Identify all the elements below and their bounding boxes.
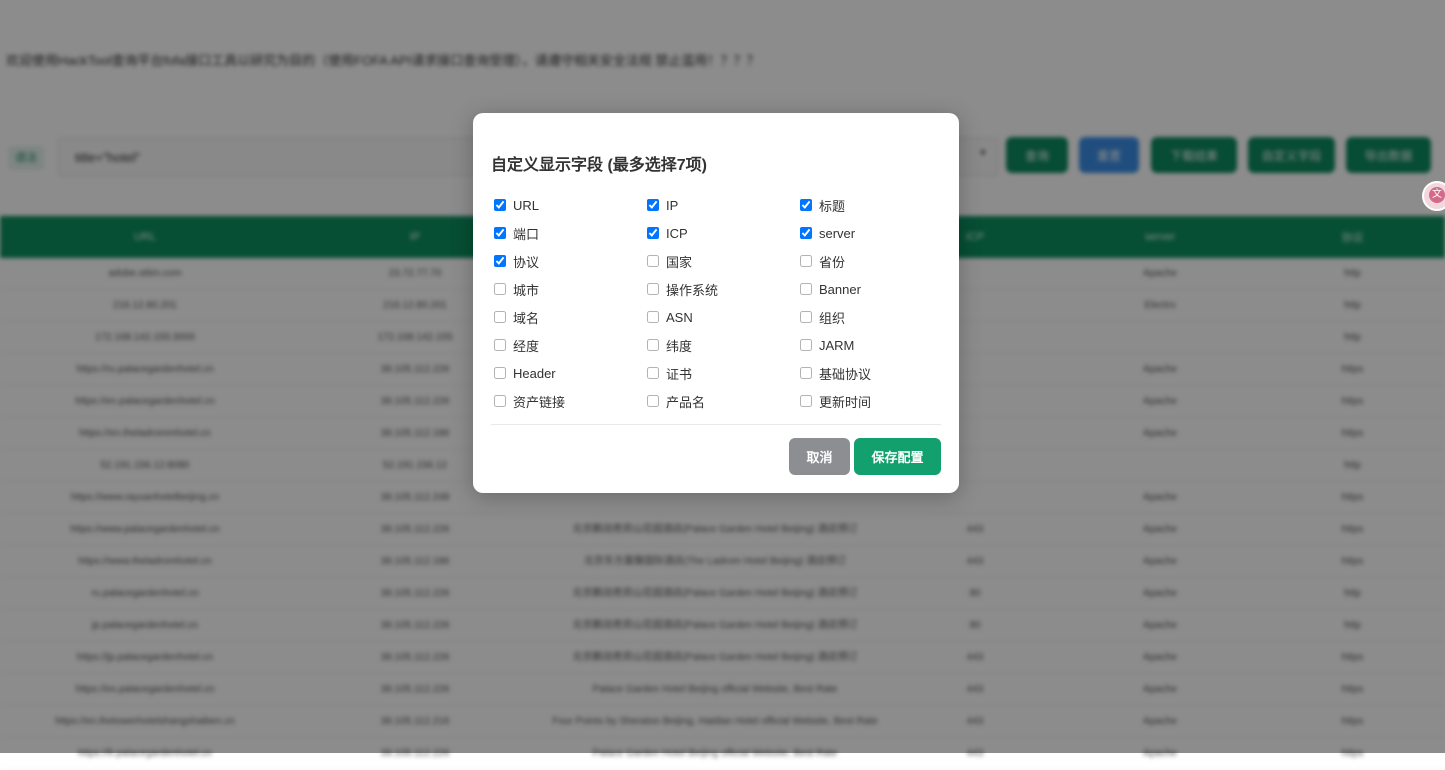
field-label: 更新时间 [819, 394, 872, 410]
field-label: 域名 [513, 310, 540, 326]
cancel-button[interactable]: 取消 [789, 438, 850, 475]
field-label: 国家 [666, 254, 693, 270]
field-label: ICP [666, 225, 688, 241]
field-checkbox[interactable] [800, 367, 812, 379]
field-option[interactable]: 城市 [494, 275, 647, 303]
field-option[interactable]: server [800, 219, 944, 247]
field-checkbox[interactable] [494, 255, 506, 267]
field-option[interactable]: 更新时间 [800, 387, 944, 415]
field-label: 资产链接 [513, 394, 566, 410]
field-label: ASN [666, 309, 693, 325]
field-option[interactable]: ICP [647, 219, 800, 247]
field-option[interactable]: Banner [800, 275, 944, 303]
field-option[interactable]: 域名 [494, 303, 647, 331]
field-option[interactable]: URL [494, 191, 647, 219]
field-label: 省份 [819, 254, 846, 270]
field-label: 城市 [513, 282, 540, 298]
field-label: 产品名 [666, 394, 706, 410]
field-checkbox[interactable] [647, 395, 659, 407]
field-checkbox[interactable] [494, 395, 506, 407]
field-option[interactable]: JARM [800, 331, 944, 359]
field-checkbox[interactable] [800, 199, 812, 211]
field-option[interactable]: 证书 [647, 359, 800, 387]
field-label: server [819, 225, 856, 241]
field-label: JARM [819, 337, 855, 353]
field-option[interactable]: 经度 [494, 331, 647, 359]
field-label: 基础协议 [819, 366, 872, 382]
field-checkbox[interactable] [647, 311, 659, 323]
field-checkbox[interactable] [647, 227, 659, 239]
field-checkbox[interactable] [800, 395, 812, 407]
field-option[interactable]: 产品名 [647, 387, 800, 415]
field-label: 操作系统 [666, 282, 719, 298]
field-checkbox[interactable] [494, 311, 506, 323]
translate-icon: 文 [1429, 187, 1445, 203]
field-label: 端口 [513, 226, 540, 242]
dialog-title: 自定义显示字段 (最多选择7项) [491, 157, 708, 174]
field-checkbox[interactable] [494, 367, 506, 379]
field-option[interactable]: 操作系统 [647, 275, 800, 303]
field-checkbox[interactable] [494, 283, 506, 295]
save-config-button[interactable]: 保存配置 [854, 438, 941, 475]
field-label: Header [513, 365, 556, 381]
field-checkbox[interactable] [800, 311, 812, 323]
custom-fields-dialog: 自定义显示字段 (最多选择7项) URL IP 标题端口 ICP server 协议 国家 省… [473, 113, 959, 493]
field-option[interactable]: 资产链接 [494, 387, 647, 415]
field-label: 标题 [819, 198, 846, 214]
field-checkbox[interactable] [647, 367, 659, 379]
field-option[interactable]: 国家 [647, 247, 800, 275]
field-option[interactable]: Header [494, 359, 647, 387]
field-checkbox[interactable] [647, 199, 659, 211]
field-checkbox[interactable] [647, 283, 659, 295]
field-option[interactable]: 省份 [800, 247, 944, 275]
field-option[interactable]: 纬度 [647, 331, 800, 359]
field-option[interactable]: 基础协议 [800, 359, 944, 387]
field-option[interactable]: ASN [647, 303, 800, 331]
field-checkbox-grid: URL IP 标题端口 ICP server 协议 国家 省份城市 操作系统 Banner 域名 AS… [494, 191, 944, 415]
field-label: 组织 [819, 310, 846, 326]
field-label: 经度 [513, 338, 540, 354]
field-label: 协议 [513, 254, 540, 270]
field-checkbox[interactable] [494, 199, 506, 211]
field-label: URL [513, 197, 540, 213]
field-label: IP [666, 197, 679, 213]
dialog-divider [491, 424, 941, 425]
field-checkbox[interactable] [800, 227, 812, 239]
field-checkbox[interactable] [800, 255, 812, 267]
field-label: 纬度 [666, 338, 693, 354]
field-checkbox[interactable] [494, 227, 506, 239]
floating-assistant-button[interactable]: 文 [1422, 181, 1445, 211]
field-checkbox[interactable] [494, 339, 506, 351]
field-checkbox[interactable] [647, 339, 659, 351]
field-option[interactable]: 协议 [494, 247, 647, 275]
field-option[interactable]: IP [647, 191, 800, 219]
field-checkbox[interactable] [647, 255, 659, 267]
field-option[interactable]: 标题 [800, 191, 944, 219]
field-checkbox[interactable] [800, 283, 812, 295]
field-label: Banner [819, 281, 861, 297]
field-option[interactable]: 组织 [800, 303, 944, 331]
field-checkbox[interactable] [800, 339, 812, 351]
field-option[interactable]: 端口 [494, 219, 647, 247]
field-label: 证书 [666, 366, 693, 382]
